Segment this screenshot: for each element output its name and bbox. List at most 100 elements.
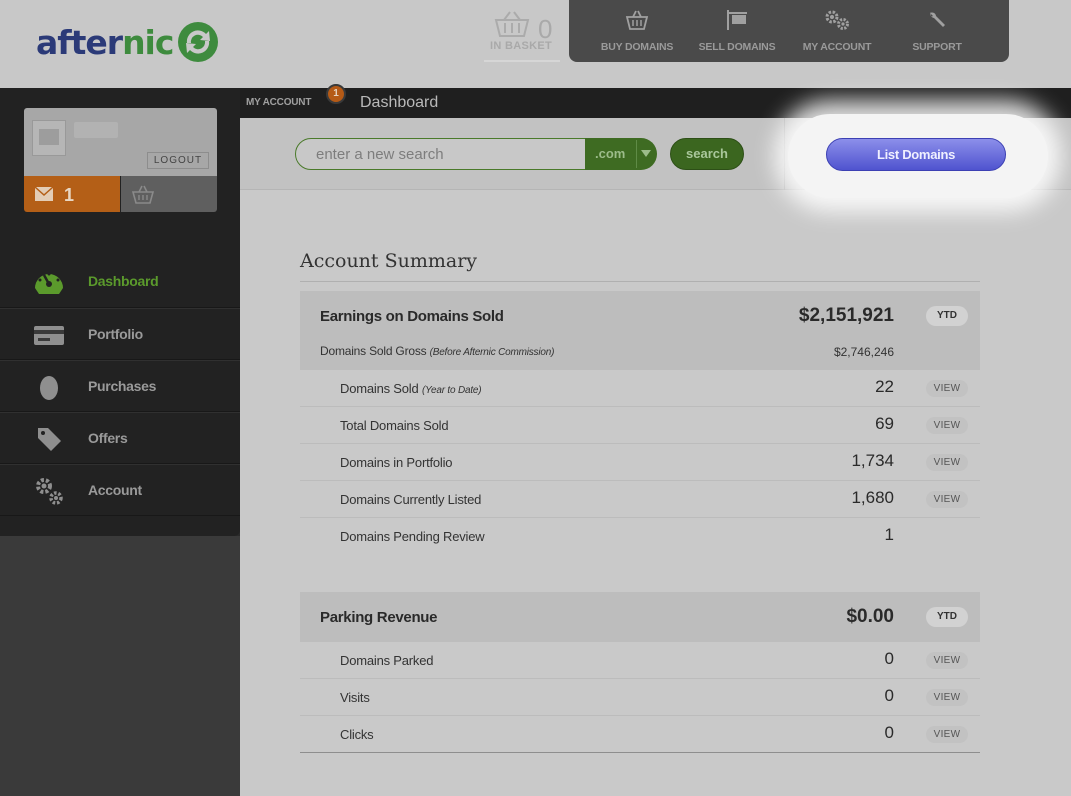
earnings-header: Earnings on Domains Sold $2,151,921 YTD … <box>300 291 980 370</box>
view-button[interactable]: VIEW <box>926 726 968 743</box>
basket-label: IN BASKET <box>490 40 552 52</box>
list-domains-button[interactable]: List Domains <box>826 138 1006 171</box>
nav-support[interactable]: SUPPORT <box>887 0 987 62</box>
sidebar-basket-button[interactable] <box>121 176 217 212</box>
table-row: Visits 0 VIEW <box>300 679 980 716</box>
search-button[interactable]: search <box>670 138 744 170</box>
afternic-logo[interactable]: afternic <box>36 20 219 64</box>
sidebar-navigation: Dashboard Portfolio Purchases Offers Acc… <box>0 256 240 516</box>
earnings-amount: $2,151,921 <box>798 305 894 326</box>
nav-label: SUPPORT <box>912 41 962 53</box>
row-value: 69 <box>875 414 894 433</box>
sidebar-item-label: Offers <box>88 430 128 446</box>
parking-header: Parking Revenue $0.00 YTD <box>300 592 980 642</box>
row-label-text: Domains Sold <box>340 381 419 396</box>
sidebar-item-portfolio[interactable]: Portfolio <box>0 308 240 360</box>
basket-icon <box>494 11 530 37</box>
ytd-badge: YTD <box>926 607 968 627</box>
row-label: Clicks <box>340 727 374 742</box>
view-button[interactable]: VIEW <box>926 491 968 508</box>
table-row: Clicks 0 VIEW <box>300 716 980 753</box>
table-row: Domains Parked 0 VIEW <box>300 642 980 679</box>
header: afternic 0 IN BASKET BUY DOMAINS SELL DO… <box>0 0 1071 88</box>
logo-text: afternic <box>36 22 174 62</box>
card-icon <box>34 326 64 345</box>
breadcrumb-my-account[interactable]: MY ACCOUNT <box>246 97 311 108</box>
tag-icon <box>38 428 61 451</box>
table-row: Domains Currently Listed 1,680 VIEW <box>300 481 980 518</box>
messages-button[interactable]: 1 <box>24 176 120 212</box>
sidebar-item-offers[interactable]: Offers <box>0 412 240 464</box>
main-content: .com search List Domains Account Summary… <box>240 114 1071 796</box>
gross-label-text: Domains Sold Gross <box>320 344 427 358</box>
basket-icon <box>131 185 155 204</box>
messages-count: 1 <box>64 185 75 205</box>
sign-icon <box>727 10 747 30</box>
view-button[interactable]: VIEW <box>926 652 968 669</box>
chevron-down-icon <box>641 150 651 157</box>
sidebar-item-dashboard[interactable]: Dashboard <box>0 256 240 308</box>
row-label: Total Domains Sold <box>340 418 449 433</box>
divider <box>784 118 785 190</box>
row-value: 1 <box>884 525 894 544</box>
user-card: LOGOUT 1 <box>24 108 217 212</box>
sidebar-item-label: Purchases <box>88 378 157 394</box>
envelope-icon <box>34 186 54 201</box>
gauge-icon <box>35 272 63 294</box>
logout-button[interactable]: LOGOUT <box>147 152 209 169</box>
gears-icon <box>825 10 849 30</box>
row-value: 22 <box>875 377 894 396</box>
username-redacted <box>74 122 118 138</box>
row-value: 1,734 <box>851 451 894 470</box>
gross-label: Domains Sold Gross (Before Afternic Comm… <box>320 344 554 358</box>
table-row: Total Domains Sold 69 VIEW <box>300 407 980 444</box>
logo-text-after: after <box>36 22 123 62</box>
sidebar-item-label: Account <box>88 482 142 498</box>
view-button[interactable]: VIEW <box>926 417 968 434</box>
nav-buy-domains[interactable]: BUY DOMAINS <box>587 0 687 62</box>
nav-my-account[interactable]: MY ACCOUNT <box>787 0 887 62</box>
nav-label: SELL DOMAINS <box>698 41 776 53</box>
ytd-badge: YTD <box>926 306 968 326</box>
gross-value: $2,746,246 <box>833 345 894 359</box>
sidebar-item-label: Portfolio <box>88 326 143 342</box>
tld-selected: .com <box>595 146 626 161</box>
sidebar-item-label: Dashboard <box>88 273 159 289</box>
page-title: Dashboard <box>360 94 439 111</box>
row-label: Domains Parked <box>340 653 434 668</box>
row-label: Domains Sold (Year to Date) <box>340 381 482 396</box>
user-info: LOGOUT <box>24 108 217 176</box>
row-label: Domains Pending Review <box>340 529 485 544</box>
nav-sell-domains[interactable]: SELL DOMAINS <box>687 0 787 62</box>
sidebar-item-account[interactable]: Account <box>0 464 240 516</box>
row-value: 1,680 <box>851 488 894 507</box>
search-bar: .com search List Domains <box>240 114 1071 198</box>
nav-label: MY ACCOUNT <box>802 41 872 53</box>
gears-icon <box>36 478 63 505</box>
basket-icon <box>625 10 649 30</box>
sidebar-item-purchases[interactable]: Purchases <box>0 360 240 412</box>
row-label: Visits <box>340 690 370 705</box>
header-basket[interactable]: 0 IN BASKET <box>484 8 560 62</box>
row-value: 0 <box>884 723 894 742</box>
view-button[interactable]: VIEW <box>926 454 968 471</box>
parking-amount: $0.00 <box>846 606 894 627</box>
search-input[interactable] <box>295 138 587 170</box>
table-row: Domains Pending Review 1 <box>300 518 980 555</box>
logo-text-nic: nic <box>122 22 174 62</box>
row-label: Domains Currently Listed <box>340 492 482 507</box>
table-row: Domains in Portfolio 1,734 VIEW <box>300 444 980 481</box>
section-title: Account Summary <box>300 250 478 272</box>
view-button[interactable]: VIEW <box>926 689 968 706</box>
tld-divider <box>636 140 637 168</box>
top-navigation: BUY DOMAINS SELL DOMAINS MY ACCOUNT SUPP… <box>569 0 1009 62</box>
view-button[interactable]: VIEW <box>926 380 968 397</box>
avatar[interactable] <box>32 120 66 156</box>
divider <box>300 281 980 282</box>
earnings-title: Earnings on Domains Sold <box>320 308 504 325</box>
gross-note: (Before Afternic Commission) <box>429 347 555 358</box>
row-label: Domains in Portfolio <box>340 455 453 470</box>
notification-badge[interactable]: 1 <box>326 84 346 104</box>
tld-dropdown[interactable]: .com <box>585 138 657 170</box>
sidebar-lower <box>0 536 240 796</box>
